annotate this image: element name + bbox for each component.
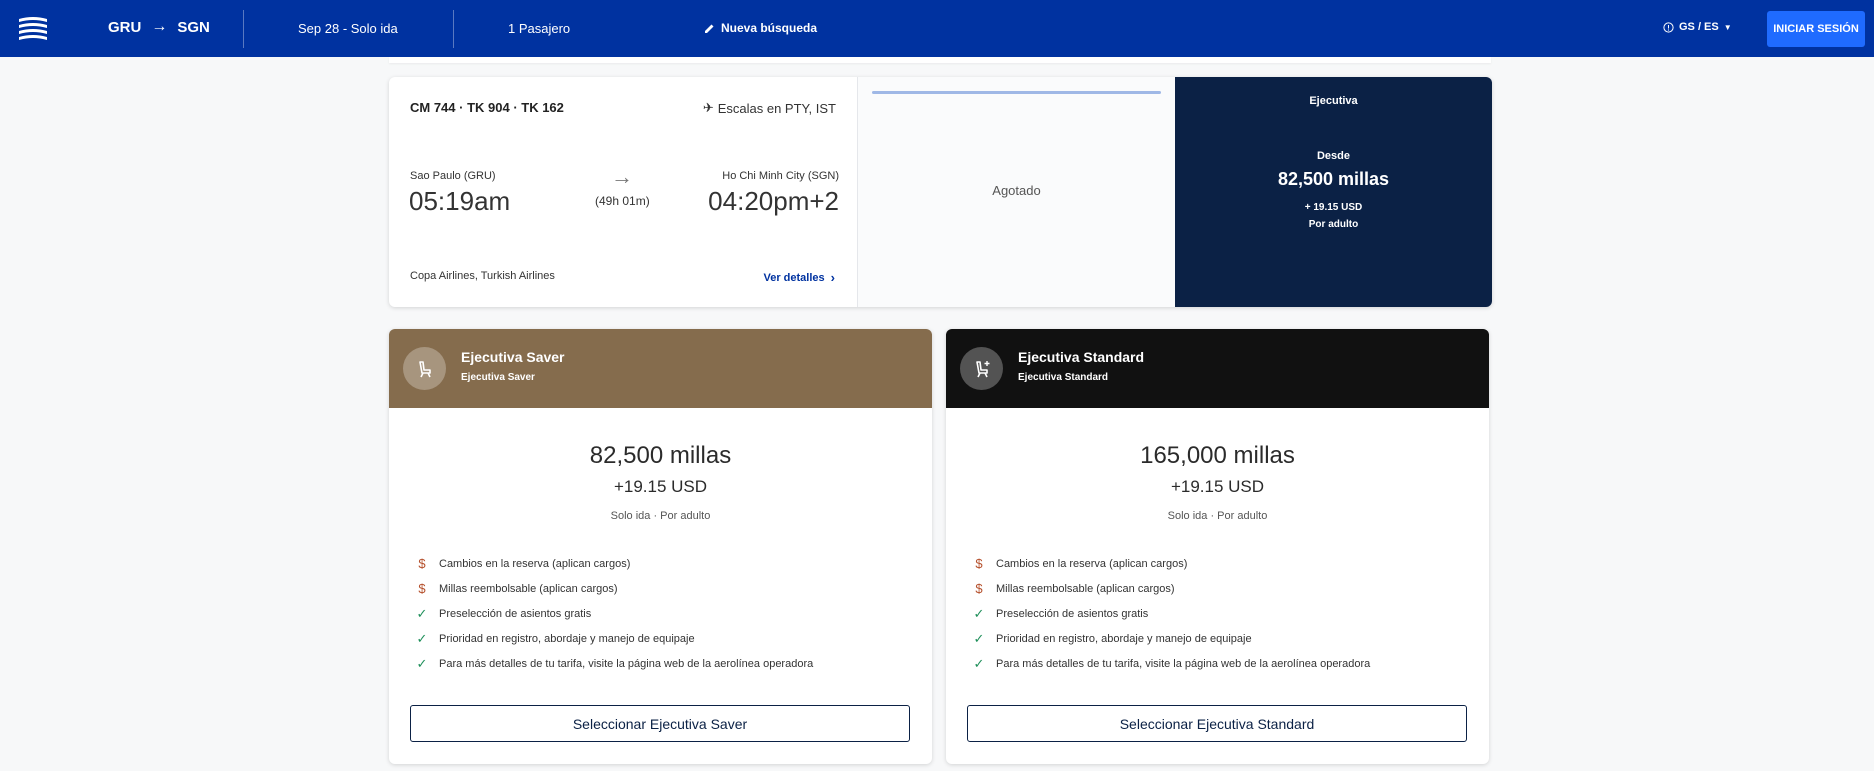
stops-info: ✈ Escalas en PTY, IST <box>703 100 836 116</box>
passenger-count[interactable]: 1 Pasajero <box>508 21 570 36</box>
fare-name: Ejecutiva Standard <box>1018 349 1145 365</box>
results-top-strip <box>389 57 1491 63</box>
flight-duration: (49h 01m) <box>595 194 650 208</box>
from-label: Desde <box>1316 150 1351 162</box>
fare-miles: 165,000 millas <box>1140 442 1295 469</box>
feature-text: Millas reembolsable (aplican cargos) <box>439 582 618 595</box>
feature-text: Preselección de asientos gratis <box>996 607 1149 620</box>
language-selector[interactable]: GS / ES ▼ <box>1663 21 1732 33</box>
pencil-icon <box>705 24 714 33</box>
fare-miles: 82,500 millas <box>589 442 732 469</box>
plane-icon: ✈ <box>702 100 714 115</box>
fare-card-saver: Ejecutiva Saver Ejecutiva Saver 82,500 m… <box>389 329 932 764</box>
fare-note: Solo ida · Por adulto <box>1167 510 1268 522</box>
fare-subtitle: Ejecutiva Standard <box>1018 372 1109 383</box>
fare-header: Ejecutiva Standard Ejecutiva Standard <box>946 329 1489 408</box>
sold-out-label: Agotado <box>992 183 1041 198</box>
airline-logo[interactable] <box>18 15 48 43</box>
language-label: GS / ES <box>1679 21 1719 33</box>
origin-city: Sao Paulo (GRU) <box>410 170 496 182</box>
feature-text: Prioridad en registro, abordaje y manejo… <box>996 632 1252 645</box>
dollar-icon: $ <box>975 581 983 596</box>
feature-text: Cambios en la reserva (aplican cargos) <box>996 557 1188 570</box>
feature-text: Para más detalles de tu tarifa, visite l… <box>996 657 1371 670</box>
globe-icon <box>1663 21 1674 33</box>
feature-item: $ Cambios en la reserva (aplican cargos) <box>968 551 1370 576</box>
feature-item: $ Millas reembolsable (aplican cargos) <box>968 576 1370 601</box>
feature-item: ✓ Preselección de asientos gratis <box>411 601 813 626</box>
feature-text: Para más detalles de tu tarifa, visite l… <box>439 657 814 670</box>
seat-icon <box>403 347 446 390</box>
fare-subtitle: Ejecutiva Saver <box>461 372 535 383</box>
feature-text: Preselección de asientos gratis <box>439 607 592 620</box>
see-details-link[interactable]: Ver detalles › <box>764 270 836 285</box>
new-search-button[interactable]: Nueva búsqueda <box>704 21 817 35</box>
feature-text: Millas reembolsable (aplican cargos) <box>996 582 1175 595</box>
feature-item: ✓ Preselección de asientos gratis <box>968 601 1370 626</box>
departure-time: 05:19am <box>409 186 511 216</box>
seat-plus-icon <box>960 347 1003 390</box>
flight-numbers: CM 744 · TK 904 · TK 162 <box>410 100 564 115</box>
feature-item: $ Millas reembolsable (aplican cargos) <box>411 576 813 601</box>
arrow-right-icon: → <box>611 164 633 189</box>
stops-label: Escalas en PTY, IST <box>717 100 836 116</box>
see-details-label: Ver detalles <box>763 271 825 284</box>
fare-features: $ Cambios en la reserva (aplican cargos) … <box>411 551 814 676</box>
operating-airlines: Copa Airlines, Turkish Airlines <box>410 270 555 282</box>
feature-text: Cambios en la reserva (aplican cargos) <box>439 557 631 570</box>
fare-card-standard: Ejecutiva Standard Ejecutiva Standard 16… <box>946 329 1489 764</box>
select-standard-button[interactable]: Seleccionar Ejecutiva Standard <box>967 705 1467 742</box>
feature-item: ✓ Para más detalles de tu tarifa, visite … <box>968 651 1371 676</box>
business-cabin-column[interactable]: Ejecutiva Desde 82,500 millas + 19.15 US… <box>1175 77 1492 307</box>
select-saver-button[interactable]: Seleccionar Ejecutiva Saver <box>410 705 910 742</box>
dollar-icon: $ <box>975 556 983 571</box>
cabin-title: Ejecutiva <box>1309 95 1358 107</box>
feature-text: Prioridad en registro, abordaje y manejo… <box>439 632 695 645</box>
check-icon: ✓ <box>973 655 985 671</box>
header-divider <box>243 10 244 48</box>
cabin-indicator-bar <box>872 91 1161 94</box>
trip-date[interactable]: Sep 28 - Solo ida <box>298 21 398 36</box>
header-divider <box>453 10 454 48</box>
destination-city: Ho Chi Minh City (SGN) <box>722 170 839 182</box>
new-search-label: Nueva búsqueda <box>721 21 818 35</box>
check-icon: ✓ <box>973 605 985 621</box>
from-usd: + 19.15 USD <box>1304 202 1363 213</box>
fare-name: Ejecutiva Saver <box>461 349 565 365</box>
fare-usd: +19.15 USD <box>613 477 708 496</box>
chevron-right-icon: › <box>830 270 835 285</box>
flight-card: CM 744 · TK 904 · TK 162 ✈ Escalas en PT… <box>389 77 1492 307</box>
fare-header: Ejecutiva Saver Ejecutiva Saver <box>389 329 932 408</box>
check-icon: ✓ <box>973 630 985 646</box>
flight-info: CM 744 · TK 904 · TK 162 ✈ Escalas en PT… <box>389 77 858 307</box>
top-nav: GRU → SGN Sep 28 - Solo ida 1 Pasajero N… <box>0 0 1874 57</box>
destination-code: SGN <box>177 18 210 36</box>
dollar-icon: $ <box>418 556 426 571</box>
origin-code: GRU <box>108 18 142 36</box>
check-icon: ✓ <box>416 605 428 621</box>
check-icon: ✓ <box>416 630 428 646</box>
route-summary[interactable]: GRU → SGN <box>108 18 210 36</box>
from-miles: 82,500 millas <box>1277 169 1390 189</box>
feature-item: ✓ Para más detalles de tu tarifa, visite … <box>411 651 814 676</box>
feature-item: ✓ Prioridad en registro, abordaje y manej… <box>968 626 1370 651</box>
login-button[interactable]: INICIAR SESIÓN <box>1767 11 1865 47</box>
check-icon: ✓ <box>416 655 428 671</box>
arrow-right-icon: → <box>151 18 168 35</box>
feature-item: $ Cambios en la reserva (aplican cargos) <box>411 551 813 576</box>
caret-down-icon: ▼ <box>1723 22 1732 32</box>
arrival-time: 04:20pm+2 <box>708 186 839 216</box>
fare-note: Solo ida · Por adulto <box>610 510 711 522</box>
fare-usd: +19.15 USD <box>1170 477 1265 496</box>
feature-item: ✓ Prioridad en registro, abordaje y manej… <box>411 626 813 651</box>
per-adult-label: Por adulto <box>1308 219 1359 230</box>
dollar-icon: $ <box>418 581 426 596</box>
economy-cabin-column: Agotado <box>858 77 1175 307</box>
fare-features: $ Cambios en la reserva (aplican cargos) … <box>968 551 1371 676</box>
